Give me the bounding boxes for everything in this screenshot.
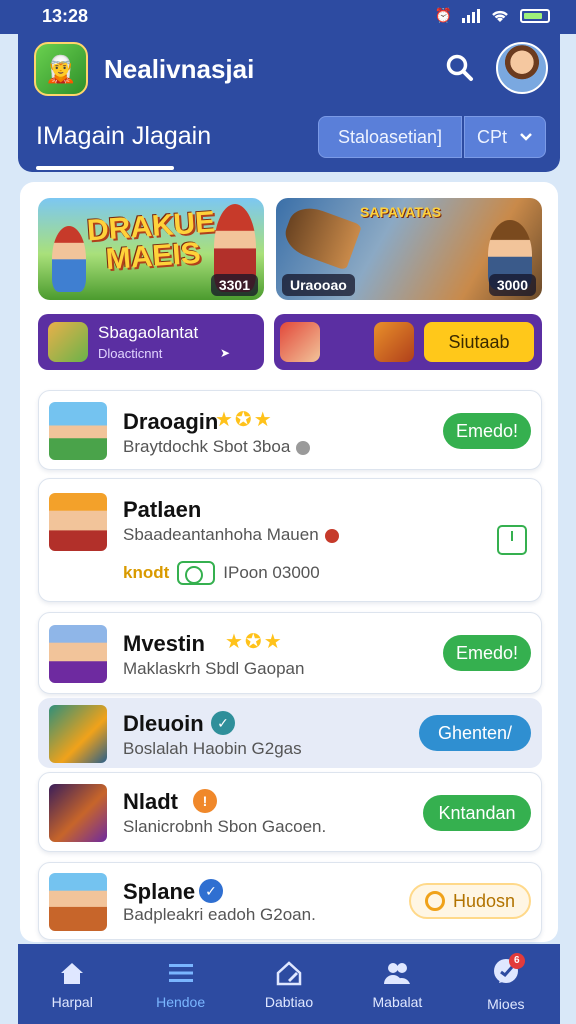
filter-dropdown[interactable]: CPt bbox=[464, 116, 546, 158]
nav-item-home[interactable]: Harpal bbox=[18, 944, 126, 1024]
game-title: Draoagin bbox=[123, 409, 219, 434]
rating-stars: ★✪★ bbox=[225, 631, 284, 653]
promo-thumbnail bbox=[48, 322, 88, 362]
bottom-nav: Harpal Hendoe Dabtiao Mabalat 6 Mioes bbox=[18, 944, 560, 1024]
game-list-item-highlighted[interactable]: Dleuoin ✓ Boslalah Haobin G2gas Ghenten/ bbox=[38, 698, 542, 768]
nav-label: Dabtiao bbox=[264, 994, 314, 1010]
app-logo-icon: 🧝 bbox=[34, 42, 88, 96]
game-list-item[interactable]: Nladt ! Slanicrobnh Sbon Gacoen. Kntanda… bbox=[38, 772, 542, 852]
nav-item-friends[interactable]: Mabalat bbox=[343, 944, 451, 1024]
game-tag: knodt bbox=[123, 563, 170, 582]
section-title: IMagain Jlagain bbox=[36, 122, 212, 150]
section-underline bbox=[36, 166, 174, 170]
game-action-button[interactable]: Emedo! bbox=[443, 413, 531, 449]
info-badge-icon: ! bbox=[193, 789, 217, 813]
select-checkbox[interactable] bbox=[497, 525, 527, 555]
nav-item-builder[interactable]: Dabtiao bbox=[235, 944, 343, 1024]
game-tag-row: knodt IPoon 03000 bbox=[123, 561, 320, 585]
promo-title: Sbagaolantat bbox=[98, 323, 199, 342]
game-list-item[interactable]: Draoagin ★✪★ Braytdochk Sbot 3boa Emedo! bbox=[38, 390, 542, 470]
nav-label: Mioes bbox=[487, 995, 525, 1012]
featured-banner-2[interactable]: SAPAVATAS Uraooao 3000 bbox=[276, 198, 542, 300]
game-action-button[interactable]: Kntandan bbox=[423, 795, 531, 831]
menu-icon bbox=[168, 964, 193, 982]
verified-icon: ✓ bbox=[211, 711, 235, 735]
game-thumbnail bbox=[49, 705, 107, 763]
status-bar: 13:28 ⏰ bbox=[0, 0, 576, 34]
game-title: Dleuoin bbox=[123, 711, 204, 736]
status-time: 13:28 bbox=[42, 6, 89, 26]
banner-character-left bbox=[52, 226, 86, 292]
app-title: Nealivnasjai bbox=[104, 54, 255, 84]
search-icon[interactable] bbox=[444, 52, 476, 84]
wifi-icon bbox=[492, 10, 508, 22]
game-title: Nladt bbox=[123, 789, 178, 814]
banner-2-logo: SAPAVATAS bbox=[360, 204, 442, 220]
game-subtitle: Slanicrobnh Sbon Gacoen. bbox=[123, 817, 327, 836]
rating-stars: ★✪★ bbox=[215, 409, 274, 431]
featured-banner-1[interactable]: DRAKUE MAEIS 3301 bbox=[38, 198, 264, 300]
content-panel: DRAKUE MAEIS 3301 SAPAVATAS Uraooao 3000 … bbox=[20, 182, 558, 942]
nav-label: Harpal bbox=[51, 994, 93, 1010]
banner-2-badge-right: 3000 bbox=[488, 274, 536, 296]
banner-2-badge-left: Uraooao bbox=[282, 274, 355, 296]
game-subtitle: Braytdochk Sbot 3boa bbox=[123, 437, 311, 457]
nav-label: Mabalat bbox=[372, 994, 423, 1010]
game-thumbnail bbox=[49, 402, 107, 460]
game-list-item-expanded[interactable]: Patlaen Sbaadeantanhoha Mauen knodt IPoo… bbox=[38, 478, 542, 602]
home-icon bbox=[61, 963, 84, 984]
game-thumbnail bbox=[49, 784, 107, 842]
messages-icon-wrap: 6 bbox=[491, 952, 525, 990]
game-thumbnail bbox=[49, 493, 107, 551]
promo-card-right[interactable]: Siutaab bbox=[274, 314, 542, 370]
promo-cta-button[interactable]: Siutaab bbox=[424, 322, 534, 362]
game-rating-text: IPoon 03000 bbox=[223, 563, 320, 582]
nav-label: Hendoe bbox=[156, 994, 206, 1010]
users-icon bbox=[384, 963, 411, 984]
game-subtitle: Maklaskrh Sbdl Gaopan bbox=[123, 659, 305, 678]
house-edit-icon bbox=[276, 961, 302, 986]
battery-icon bbox=[520, 8, 550, 23]
promo-thumbnail-1 bbox=[280, 322, 320, 362]
game-list-item[interactable]: Splane ✓ Badpleakri eadoh G2oan. Hudosn bbox=[38, 862, 542, 940]
game-title: Mvestin bbox=[123, 631, 205, 656]
game-toggle[interactable] bbox=[177, 561, 216, 585]
notification-badge: 6 bbox=[508, 952, 525, 969]
game-action-label: Hudosn bbox=[452, 890, 516, 911]
game-action-button[interactable]: Emedo! bbox=[443, 635, 531, 671]
signal-icon bbox=[462, 8, 480, 23]
verified-icon: ✓ bbox=[199, 879, 223, 903]
nav-item-messages[interactable]: 6 Mioes bbox=[452, 944, 560, 1024]
game-thumbnail bbox=[49, 873, 107, 931]
pointer-icon: ➤ bbox=[219, 346, 230, 360]
promo-subtitle: Dloacticnnt bbox=[98, 346, 163, 361]
banner-1-logo: DRAKUE MAEIS bbox=[85, 205, 217, 277]
game-subtitle: Boslalah Haobin G2gas bbox=[123, 739, 302, 758]
chevron-down-icon bbox=[520, 133, 532, 141]
nav-item-list[interactable]: Hendoe bbox=[126, 944, 234, 1024]
game-title: Patlaen bbox=[123, 497, 202, 522]
coin-icon bbox=[424, 891, 445, 911]
game-list-item[interactable]: Mvestin ★✪★ Maklaskrh Sbdl Gaopan Emedo! bbox=[38, 612, 542, 694]
game-action-button[interactable]: Hudosn bbox=[409, 883, 531, 919]
game-thumbnail bbox=[49, 625, 107, 683]
alarm-icon: ⏰ bbox=[434, 7, 452, 23]
game-title: Splane bbox=[123, 879, 196, 904]
banner-1-badge: 3301 bbox=[210, 274, 258, 296]
promo-thumbnail-2 bbox=[374, 322, 414, 362]
system-icons: ⏰ bbox=[435, 7, 550, 24]
app-header: 🧝 Nealivnasjai IMagain Jlagain Staloaset… bbox=[18, 34, 560, 172]
promo-card-left[interactable]: Sbagaolantat Dloacticnnt ➤ bbox=[38, 314, 264, 370]
game-action-button[interactable]: Ghenten/ bbox=[419, 715, 531, 751]
category-select[interactable]: Staloasetian] bbox=[318, 116, 462, 158]
filter-dropdown-label: CPt bbox=[476, 126, 507, 147]
game-subtitle: Sbaadeantanhoha Mauen bbox=[123, 525, 339, 545]
user-avatar[interactable] bbox=[496, 42, 548, 94]
game-subtitle: Badpleakri eadoh G2oan. bbox=[123, 905, 316, 924]
banner-cannon bbox=[279, 201, 363, 271]
